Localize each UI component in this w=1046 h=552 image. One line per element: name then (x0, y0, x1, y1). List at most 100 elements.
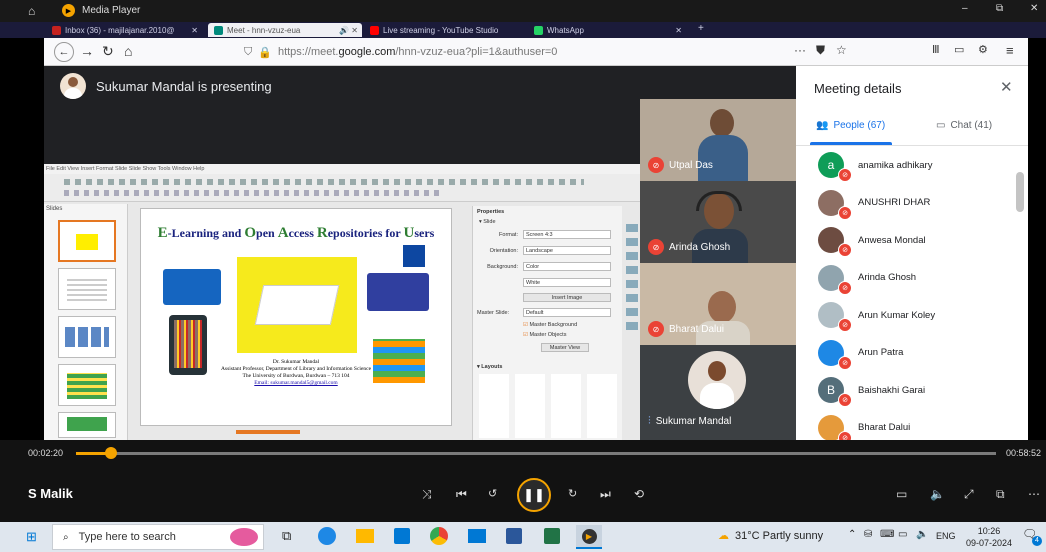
participant-tile[interactable]: ⊘ Bharat Dalui (640, 263, 796, 345)
layouts-grid[interactable] (479, 374, 619, 438)
page-actions-icon[interactable]: ··· (794, 43, 806, 57)
task-view-icon[interactable]: ⧉ (282, 528, 291, 544)
slide-scrollbar[interactable] (236, 430, 300, 434)
tab-chat[interactable]: ▭ Chat (41) (936, 120, 992, 131)
slide-thumbnail[interactable] (58, 412, 116, 438)
slide-thumbnail[interactable] (58, 268, 116, 310)
media-player-taskbar-icon[interactable]: ▶ (576, 525, 602, 549)
tab-youtube[interactable]: Live streaming - YouTube Studio (370, 23, 526, 37)
home-button[interactable]: ⌂ (124, 43, 132, 59)
participant-list-item[interactable]: ⊘ Arinda Ghosh (818, 263, 917, 295)
slide-thumbnail[interactable] (58, 316, 116, 358)
rewind-10-icon[interactable]: ↺ (488, 487, 497, 500)
close-button[interactable]: ✕ (1030, 3, 1038, 14)
pause-button[interactable]: ❚❚ (517, 478, 551, 512)
tray-chevron-icon[interactable]: ⌃ (848, 529, 856, 540)
participant-list-item[interactable]: B ⊘ Baishakhi Garai (818, 375, 925, 407)
excel-icon[interactable] (544, 528, 560, 544)
tab-gmail[interactable]: Inbox (36) - majilajanar.2010@ ✕ (52, 23, 202, 37)
minimize-button[interactable]: – (962, 3, 968, 14)
weather-widget[interactable]: ☁ 31°C Partly sunny (718, 529, 823, 543)
close-panel-icon[interactable]: ✕ (1000, 78, 1013, 96)
network-icon[interactable]: ⌨ (880, 529, 894, 540)
back-button[interactable]: ← (54, 42, 74, 62)
tab-label: Meet - hnn-vzuz-eua (227, 25, 301, 35)
more-options-icon[interactable]: ⋯ (1028, 487, 1040, 501)
address-bar[interactable]: ⛉ 🔒 https://meet.google.com/hnn-vzuz-eua… (244, 42, 804, 62)
bookmark-star-icon[interactable]: ☆ (836, 43, 847, 57)
fullscreen-icon[interactable]: ⤢ (964, 487, 974, 502)
tab-whatsapp[interactable]: WhatsApp ✕ (534, 23, 686, 37)
seek-thumb[interactable] (104, 447, 117, 459)
avatar: ⊘ (818, 227, 852, 257)
property-select[interactable]: Landscape (523, 246, 611, 255)
home-icon[interactable]: ⌂ (28, 4, 35, 18)
insert-image-button[interactable]: Insert Image (523, 293, 611, 302)
mic-off-icon: ⊘ (838, 318, 852, 332)
property-select[interactable]: Color (523, 262, 611, 271)
participant-tile[interactable]: ⊘ Utpal Das (640, 99, 796, 181)
author-email[interactable]: Email: sukumar.mandal5@gmail.com (141, 380, 451, 387)
extension-icon[interactable]: ⚙ (978, 43, 988, 56)
edge-icon[interactable] (318, 527, 336, 545)
slide-thumbnail[interactable] (58, 364, 116, 406)
participant-list-item[interactable]: ⊘ Anwesa Mondal (818, 225, 926, 257)
clock[interactable]: 10:26 09-07-2024 (966, 525, 1012, 549)
subtitles-icon[interactable]: ▭ (896, 487, 907, 501)
property-select[interactable]: Screen 4:3 (523, 230, 611, 239)
chrome-icon[interactable] (430, 527, 448, 545)
display-icon[interactable]: ▭ (898, 529, 907, 540)
participant-list-item[interactable]: ⊘ Bharat Dalui (818, 413, 910, 440)
participant-name: Arinda Ghosh (858, 272, 917, 283)
participant-tile[interactable]: ⊘ Arinda Ghosh (640, 181, 796, 263)
new-tab-button[interactable]: + (698, 23, 704, 34)
participant-list-item[interactable]: ⊘ Arun Patra (818, 338, 903, 370)
impress-toolbar (44, 174, 640, 202)
menu-icon[interactable]: ≡ (1006, 43, 1014, 58)
tab-people[interactable]: 👥 People (67) (816, 120, 885, 131)
participant-list-item[interactable]: ⊘ ANUSHRI DHAR (818, 188, 930, 220)
reload-button[interactable]: ↻ (102, 43, 114, 60)
master-view-button[interactable]: Master View (541, 343, 589, 352)
participant-list-item[interactable]: a ⊘ anamika adhikary (818, 150, 932, 182)
word-icon[interactable] (506, 528, 522, 544)
master-objects-checkbox[interactable]: ☑ Master Objects (523, 332, 566, 338)
library-icon[interactable]: Ⅲ (932, 43, 940, 56)
sidebar-icon[interactable]: ▭ (954, 43, 964, 56)
avatar: ⊘ (818, 189, 852, 220)
property-select[interactable]: White (523, 278, 611, 287)
seek-bar[interactable] (76, 452, 996, 455)
master-slide-select[interactable]: Default (523, 308, 611, 317)
pocket-icon[interactable]: ⛊ (816, 43, 825, 58)
maximize-button[interactable]: ⧉ (996, 3, 1003, 14)
store-icon[interactable] (394, 528, 410, 544)
slide-thumbnail[interactable] (58, 220, 116, 262)
windows-start-icon[interactable]: ⊞ (26, 529, 37, 545)
mic-off-icon: ⊘ (838, 205, 852, 220)
speaker-icon[interactable]: 🔈 (916, 529, 928, 540)
shuffle-icon[interactable]: ⤨ (422, 487, 432, 502)
onedrive-icon[interactable]: ⛁ (864, 529, 872, 540)
mic-off-icon: ⊘ (838, 243, 852, 257)
sidebar-deck-icons[interactable] (626, 220, 638, 330)
repeat-icon[interactable]: ⟲ (634, 487, 644, 501)
globe-image (403, 245, 425, 267)
forward-button[interactable]: → (80, 43, 94, 59)
forward-30-icon[interactable]: ↻ (568, 487, 577, 500)
master-background-checkbox[interactable]: ☑ Master Background (523, 322, 577, 328)
tab-label: Inbox (36) - majilajanar.2010@ (65, 25, 175, 35)
volume-icon[interactable]: 🔈 (930, 487, 945, 501)
tab-label: WhatsApp (547, 25, 584, 35)
people-scrollbar[interactable] (1016, 172, 1024, 212)
slide-canvas[interactable]: E-Learning and Open Access Repositories … (140, 208, 452, 426)
search-placeholder: Type here to search (78, 531, 176, 543)
participant-tile[interactable]: ⫶ Sukumar Mandal (640, 345, 796, 440)
file-explorer-icon[interactable] (356, 529, 374, 543)
miniplayer-icon[interactable]: ⧉ (996, 487, 1005, 502)
tab-meet[interactable]: Meet - hnn-vzuz-eua 🔊 ✕ (208, 23, 362, 37)
mail-icon[interactable] (468, 529, 486, 543)
participant-list-item[interactable]: ⊘ Arun Kumar Koley (818, 300, 935, 332)
next-icon[interactable]: ⏭ (600, 487, 611, 502)
language-indicator[interactable]: ENG (936, 531, 956, 541)
previous-icon[interactable]: ⏮ (456, 487, 467, 502)
